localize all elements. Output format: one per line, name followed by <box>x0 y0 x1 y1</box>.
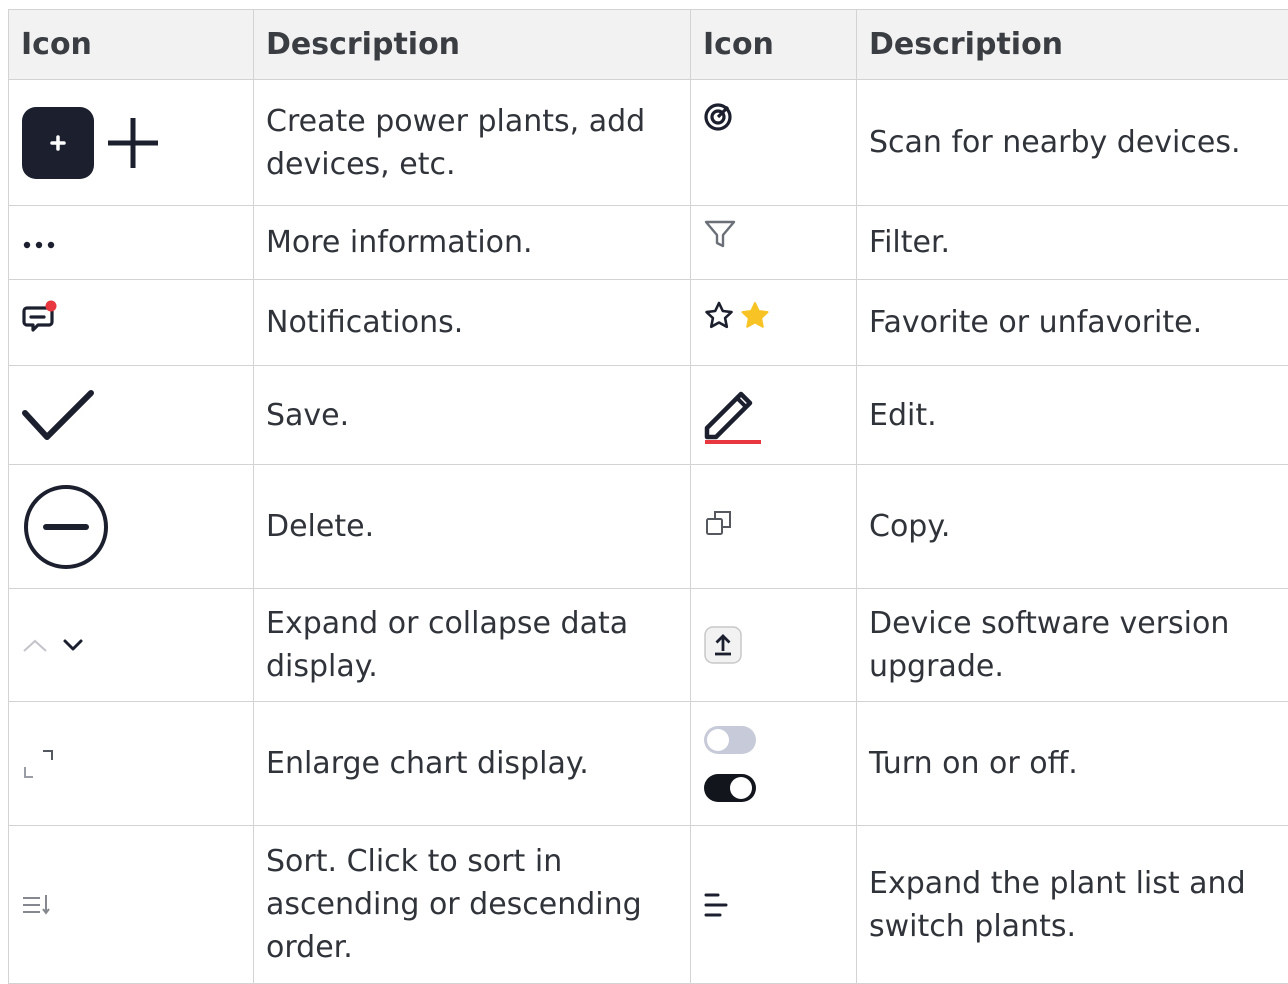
add-button-icon <box>21 106 95 180</box>
header-description-1: Description <box>254 10 691 80</box>
description-cell: Turn on or off. <box>857 702 1288 826</box>
upgrade-icon <box>703 625 743 665</box>
more-icon <box>21 237 61 249</box>
description-cell: Sort. Click to sort in ascending or desc… <box>254 826 691 984</box>
star-outline-icon <box>703 300 735 332</box>
description-cell: Enlarge chart display. <box>254 702 691 826</box>
table-header-row: Icon Description Icon Description <box>9 10 1288 80</box>
header-icon-2: Icon <box>691 10 857 80</box>
icon-cell <box>9 465 254 589</box>
filter-icon <box>703 218 737 250</box>
icon-cell <box>691 366 857 465</box>
description-cell: Notifications. <box>254 280 691 366</box>
description-cell: Scan for nearby devices. <box>857 80 1288 206</box>
description-cell: Edit. <box>857 366 1288 465</box>
table-row: Enlarge chart display. Turn on or off. <box>9 702 1288 826</box>
icon-cell <box>691 280 857 366</box>
description-cell: Delete. <box>254 465 691 589</box>
description-cell: More information. <box>254 206 691 280</box>
description-cell: Expand or collapse data display. <box>254 589 691 702</box>
icon-cell <box>691 702 857 826</box>
icon-cell <box>691 206 857 280</box>
table-row: Expand or collapse data display. Device … <box>9 589 1288 702</box>
scan-icon <box>703 102 733 132</box>
delete-icon <box>21 482 111 572</box>
table-row: Delete. Copy. <box>9 465 1288 589</box>
notification-icon <box>21 298 61 336</box>
toggle-off-icon <box>703 725 757 755</box>
table-row: Save. Edit. <box>9 366 1288 465</box>
description-cell: Device software version upgrade. <box>857 589 1288 702</box>
icon-cell <box>691 465 857 589</box>
toggle-on-icon <box>703 773 757 803</box>
table-row: Notifications. Favorite or unfavorite. <box>9 280 1288 366</box>
sort-icon <box>21 893 55 917</box>
description-cell: Expand the plant list and switch plants. <box>857 826 1288 984</box>
copy-icon <box>703 507 735 539</box>
enlarge-icon <box>21 746 57 782</box>
icon-cell <box>9 206 254 280</box>
icon-table: Icon Description Icon Description Create <box>8 9 1288 984</box>
header-description-2: Description <box>857 10 1288 80</box>
icon-cell <box>9 589 254 702</box>
chevron-down-icon <box>61 635 85 655</box>
description-cell: Copy. <box>857 465 1288 589</box>
icon-cell <box>9 80 254 206</box>
description-cell: Create power plants, add devices, etc. <box>254 80 691 206</box>
star-filled-icon <box>739 300 771 332</box>
checkmark-icon <box>21 387 95 443</box>
table-row: Sort. Click to sort in ascending or desc… <box>9 826 1288 984</box>
plant-list-icon <box>703 890 733 920</box>
description-cell: Save. <box>254 366 691 465</box>
icon-cell <box>691 589 857 702</box>
edit-icon <box>703 384 765 446</box>
icon-cell <box>691 80 857 206</box>
add-icon <box>103 113 163 173</box>
icon-cell <box>9 366 254 465</box>
chevron-up-icon <box>21 635 49 655</box>
icon-cell <box>691 826 857 984</box>
icon-cell <box>9 702 254 826</box>
icon-cell <box>9 280 254 366</box>
table-row: Create power plants, add devices, etc. S… <box>9 80 1288 206</box>
description-cell: Filter. <box>857 206 1288 280</box>
header-icon-1: Icon <box>9 10 254 80</box>
description-cell: Favorite or unfavorite. <box>857 280 1288 366</box>
icon-cell <box>9 826 254 984</box>
table-row: More information. Filter. <box>9 206 1288 280</box>
